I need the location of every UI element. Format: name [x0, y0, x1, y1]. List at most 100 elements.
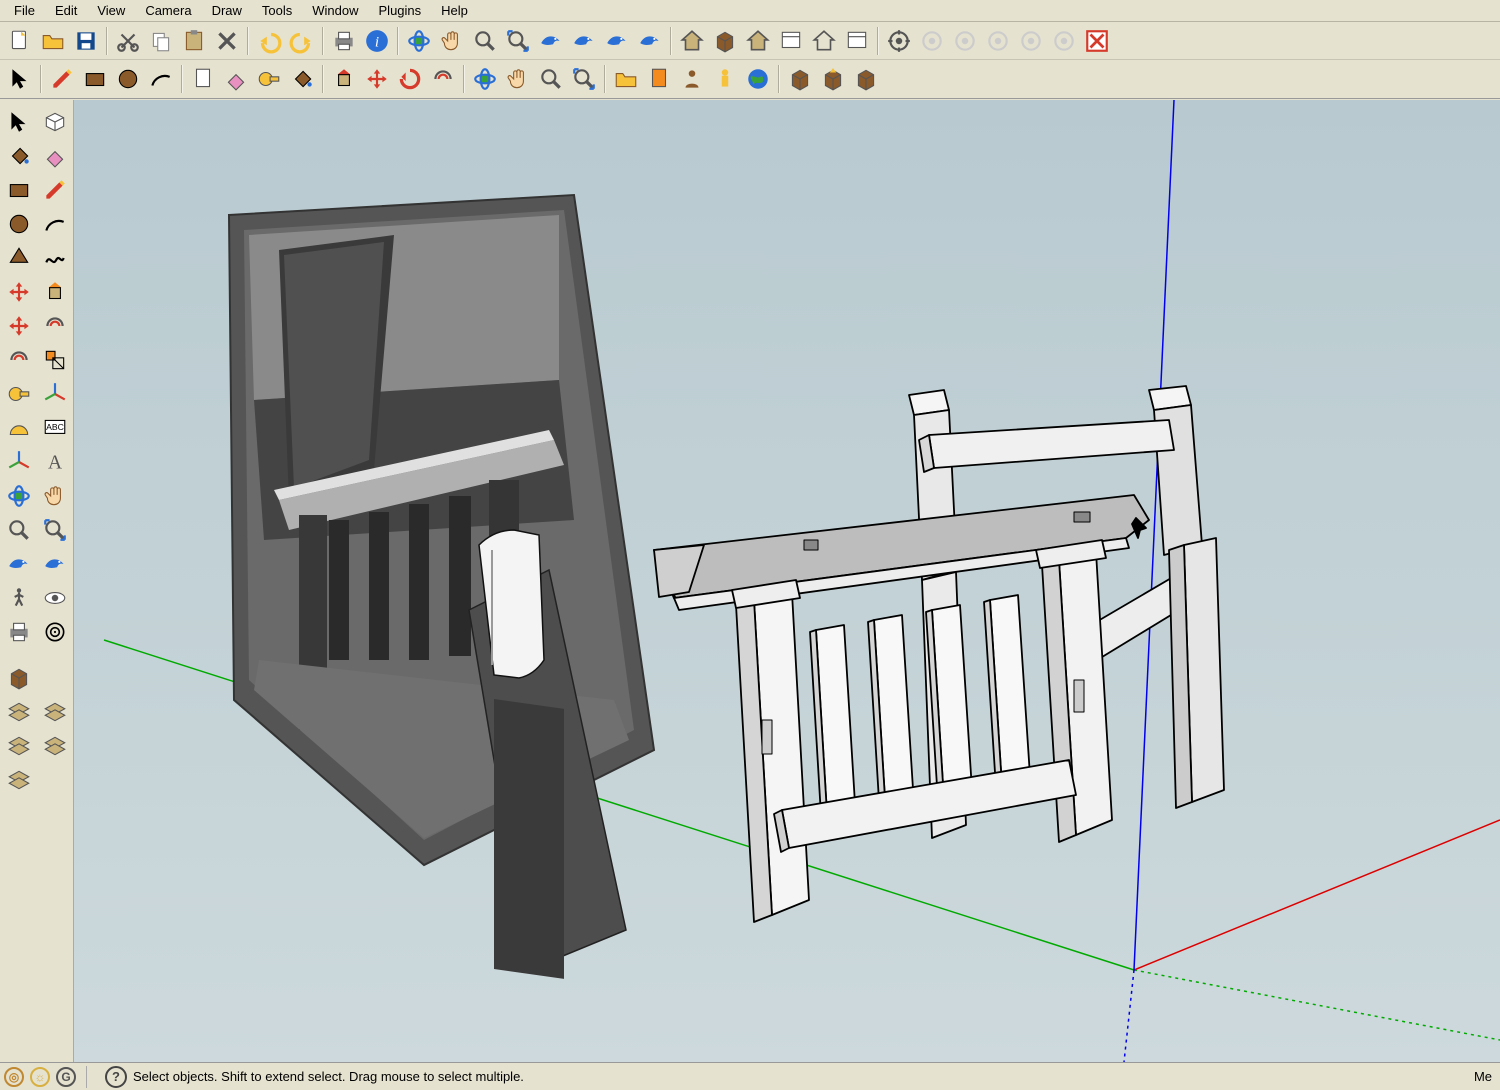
dolphin-4-icon[interactable] — [634, 25, 666, 57]
lock-grey-icon[interactable] — [949, 25, 981, 57]
zoom-nav-icon[interactable] — [469, 25, 501, 57]
axes-star-icon[interactable] — [3, 446, 35, 478]
zoom-window-icon[interactable] — [502, 25, 534, 57]
status-btn-3[interactable]: G — [56, 1067, 76, 1087]
menu-edit[interactable]: Edit — [45, 1, 87, 20]
zoom-extents-icon[interactable] — [39, 514, 71, 546]
axes-tool-icon[interactable] — [39, 378, 71, 410]
open-folder-icon[interactable] — [37, 25, 69, 57]
iso-view-icon[interactable] — [39, 106, 71, 138]
box-up-icon[interactable] — [817, 63, 849, 95]
offset-tool-icon[interactable] — [427, 63, 459, 95]
orbit-blue-icon[interactable] — [3, 480, 35, 512]
folder-yellow-icon[interactable] — [610, 63, 642, 95]
layers-1-icon[interactable] — [3, 696, 35, 728]
page-icon[interactable] — [187, 63, 219, 95]
push-pull-orange-icon[interactable] — [39, 276, 71, 308]
arc-tool-icon[interactable] — [145, 63, 177, 95]
copy-icon[interactable] — [145, 25, 177, 57]
print-icon[interactable] — [328, 25, 360, 57]
orbit-nav-icon[interactable] — [403, 25, 435, 57]
status-btn-2[interactable]: ☼ — [30, 1067, 50, 1087]
menu-plugins[interactable]: Plugins — [369, 1, 432, 20]
gear-grey-icon[interactable] — [916, 25, 948, 57]
zoom-icon[interactable] — [3, 514, 35, 546]
freehand-icon[interactable] — [39, 242, 71, 274]
walk-icon[interactable] — [3, 582, 35, 614]
box-out-icon[interactable] — [784, 63, 816, 95]
arc-icon[interactable] — [39, 208, 71, 240]
menu-tools[interactable]: Tools — [252, 1, 302, 20]
layers-3-icon[interactable] — [3, 730, 35, 762]
redo-icon[interactable] — [286, 25, 318, 57]
page-orange-icon[interactable] — [643, 63, 675, 95]
window-1-icon[interactable] — [775, 25, 807, 57]
viewport-3d[interactable] — [74, 100, 1500, 1062]
push-red-icon[interactable] — [328, 63, 360, 95]
help-icon[interactable]: ? — [105, 1066, 127, 1088]
dolphin-3-icon[interactable] — [601, 25, 633, 57]
wrench-grey-icon[interactable] — [982, 25, 1014, 57]
tape-tool-icon[interactable] — [253, 63, 285, 95]
rotate-tool-icon[interactable] — [394, 63, 426, 95]
earth-icon[interactable] — [742, 63, 774, 95]
menu-help[interactable]: Help — [431, 1, 478, 20]
home-small-icon[interactable] — [742, 25, 774, 57]
menu-file[interactable]: File — [4, 1, 45, 20]
orbit-tool-icon[interactable] — [469, 63, 501, 95]
box-model-icon[interactable] — [709, 25, 741, 57]
dolphin-icon[interactable] — [3, 548, 35, 580]
circle-tool-icon[interactable] — [112, 63, 144, 95]
rotate-red-2-icon[interactable] — [3, 310, 35, 342]
box-brown-icon[interactable] — [3, 662, 35, 694]
text-a-icon[interactable]: A — [39, 446, 71, 478]
save-disk-icon[interactable] — [70, 25, 102, 57]
scale-orange-icon[interactable] — [39, 344, 71, 376]
pan-tool-icon[interactable] — [502, 63, 534, 95]
protractor-icon[interactable] — [3, 412, 35, 444]
layers-4-icon[interactable] — [39, 730, 71, 762]
eraser-tool-icon[interactable] — [220, 63, 252, 95]
paint-tool-icon[interactable] — [286, 63, 318, 95]
circle-fill-icon[interactable] — [3, 208, 35, 240]
select-tool-icon[interactable] — [4, 63, 36, 95]
dolphin-prev-icon[interactable] — [535, 25, 567, 57]
paint-bucket-icon[interactable] — [3, 140, 35, 172]
rotate-red-icon[interactable] — [3, 276, 35, 308]
cut-scissors-icon[interactable] — [112, 25, 144, 57]
info-blue-icon[interactable]: i — [361, 25, 393, 57]
tape-measure-icon[interactable] — [3, 378, 35, 410]
pan-nav-icon[interactable] — [436, 25, 468, 57]
person-icon[interactable] — [676, 63, 708, 95]
polygon-fill-icon[interactable] — [3, 242, 35, 274]
plane-grey-icon[interactable] — [1015, 25, 1047, 57]
target-icon[interactable] — [39, 616, 71, 648]
new-file-icon[interactable] — [4, 25, 36, 57]
window-2-icon[interactable] — [841, 25, 873, 57]
plane-grey-2-icon[interactable] — [1048, 25, 1080, 57]
text-abc-icon[interactable]: ABC — [39, 412, 71, 444]
pencil-red-icon[interactable] — [46, 63, 78, 95]
footprints-icon[interactable] — [3, 616, 35, 648]
figure-yellow-icon[interactable] — [709, 63, 741, 95]
zoom-tool-icon[interactable] — [535, 63, 567, 95]
menu-view[interactable]: View — [87, 1, 135, 20]
house-model-icon[interactable] — [676, 25, 708, 57]
eraser-pink-icon[interactable] — [39, 140, 71, 172]
box-misc-icon[interactable] — [850, 63, 882, 95]
layers-5-icon[interactable] — [3, 764, 35, 796]
target-circle-icon[interactable] — [883, 25, 915, 57]
eye-look-icon[interactable] — [39, 582, 71, 614]
line-pencil-icon[interactable] — [39, 174, 71, 206]
undo-icon[interactable] — [253, 25, 285, 57]
paste-icon[interactable] — [178, 25, 210, 57]
dolphin-2-icon[interactable] — [39, 548, 71, 580]
dolphin-next-icon[interactable] — [568, 25, 600, 57]
rect-tool-icon[interactable] — [79, 63, 111, 95]
menu-window[interactable]: Window — [302, 1, 368, 20]
zoom-ext-tool-icon[interactable] — [568, 63, 600, 95]
move-red-icon[interactable] — [361, 63, 393, 95]
pan-hand-icon[interactable] — [39, 480, 71, 512]
delete-x-icon[interactable] — [211, 25, 243, 57]
cancel-red-icon[interactable] — [1081, 25, 1113, 57]
